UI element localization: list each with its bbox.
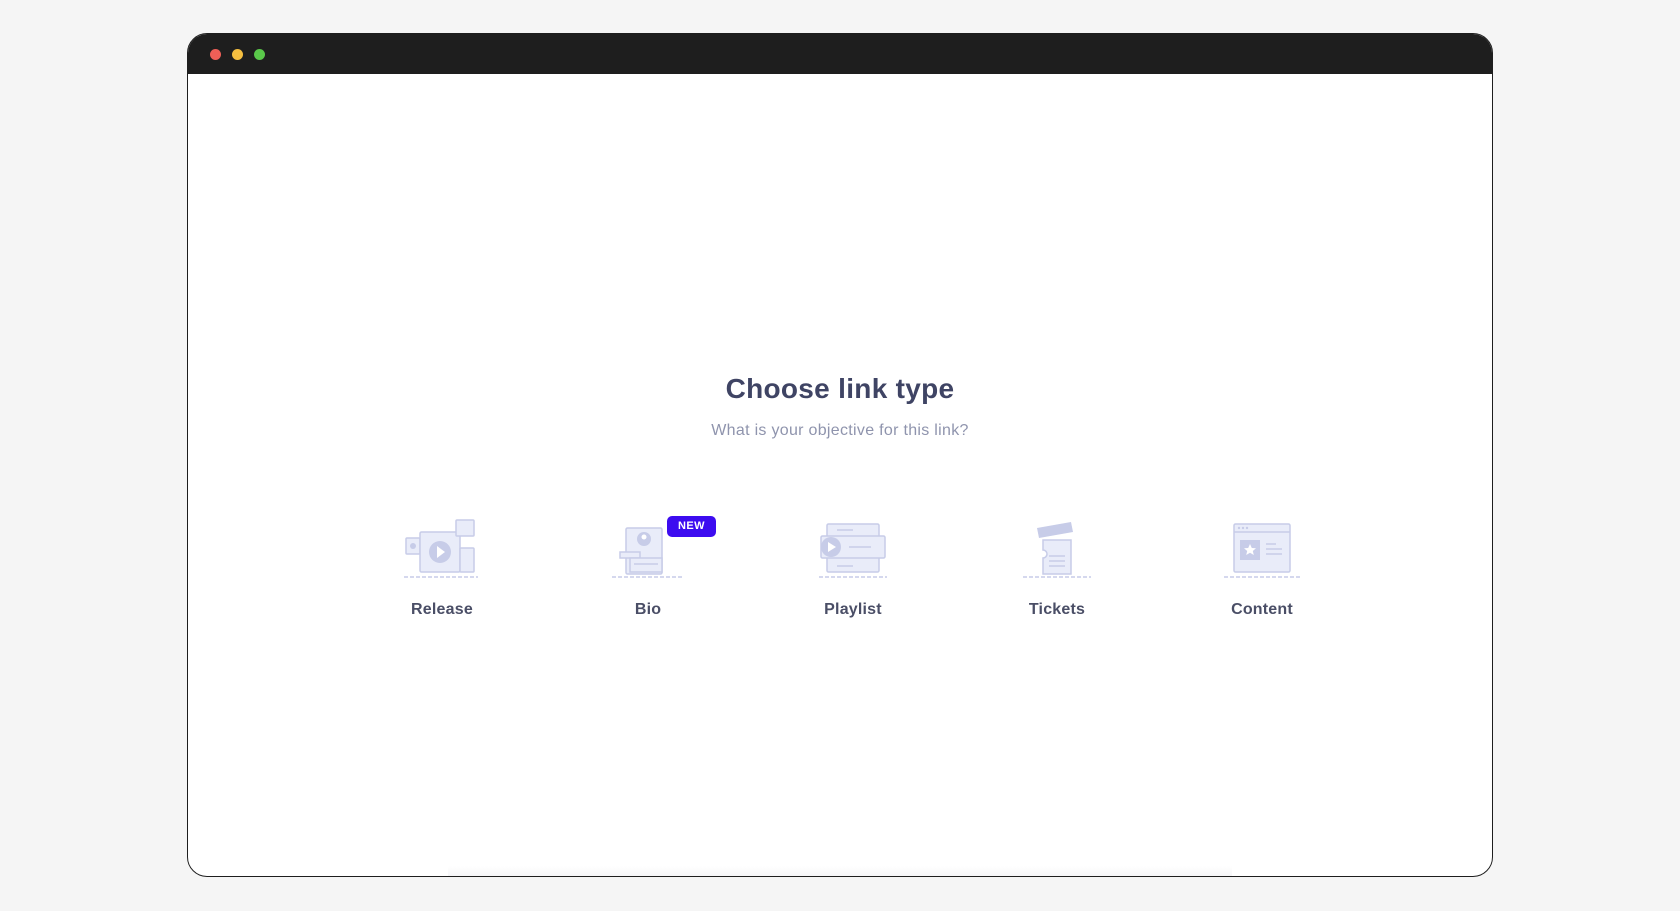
link-type-label: Playlist [824, 601, 882, 618]
browser-window: Choose link type What is your objective … [187, 33, 1493, 877]
new-badge: NEW [667, 516, 716, 537]
link-type-label: Bio [634, 601, 662, 618]
page-title: Choose link type [725, 373, 955, 404]
bottom-shadow [448, 866, 1232, 876]
link-type-label: Content [1231, 601, 1293, 618]
minimize-window-button[interactable] [232, 49, 243, 60]
link-type-tickets[interactable]: Tickets [987, 514, 1127, 634]
maximize-window-button[interactable] [254, 49, 265, 60]
tickets-icon [1023, 522, 1091, 578]
link-type-release[interactable]: Release [372, 514, 512, 634]
close-window-button[interactable] [210, 49, 221, 60]
link-type-content[interactable]: Content [1192, 514, 1332, 634]
link-type-label: Release [411, 601, 473, 618]
link-type-playlist[interactable]: Playlist [783, 514, 923, 634]
content-icon [1224, 523, 1300, 578]
link-type-label: Tickets [1028, 601, 1086, 618]
window-titlebar [188, 34, 1492, 74]
release-icon [404, 519, 478, 578]
page-content: Choose link type What is your objective … [188, 74, 1492, 876]
page-subtitle: What is your objective for this link? [711, 422, 969, 439]
playlist-icon [819, 523, 887, 578]
link-type-bio[interactable]: NEW Bio [578, 514, 718, 634]
